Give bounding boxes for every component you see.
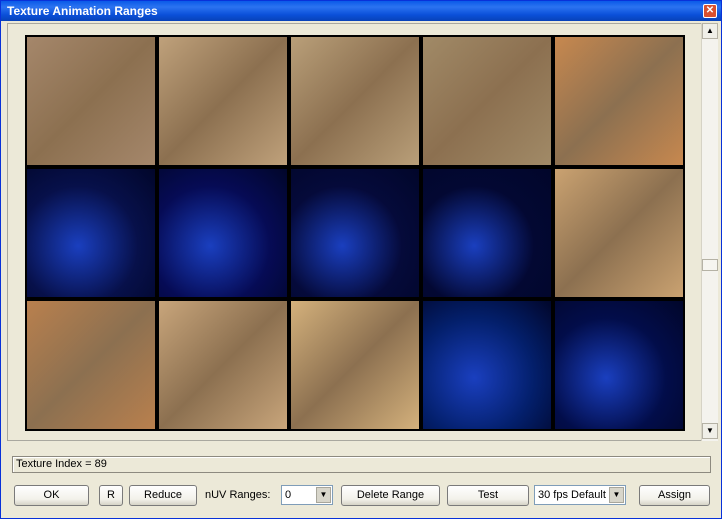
texture-tile-blue-circle-glyph[interactable]: [421, 299, 553, 431]
texture-tile-blue-runes-3[interactable]: [289, 167, 421, 299]
r-button[interactable]: R: [99, 485, 123, 506]
texture-grid: [25, 35, 685, 431]
texture-tile-blue-runes-1[interactable]: [25, 167, 157, 299]
texture-tile-blue-rune-arcs[interactable]: [553, 299, 685, 431]
chevron-down-icon[interactable]: ▼: [609, 487, 624, 503]
texture-tile-temple-frieze[interactable]: [553, 167, 685, 299]
texture-viewport: [7, 23, 703, 441]
texture-tile-stone-block-wall[interactable]: [421, 35, 553, 167]
chevron-down-icon[interactable]: ▼: [316, 487, 331, 503]
texture-tile-blue-runes-4[interactable]: [421, 167, 553, 299]
nuv-ranges-value: 0: [285, 489, 292, 501]
texture-tile-palace-wall[interactable]: [157, 299, 289, 431]
scroll-up-icon[interactable]: ▲: [702, 23, 718, 39]
ok-button[interactable]: OK: [14, 485, 89, 506]
assign-button[interactable]: Assign: [639, 485, 710, 506]
scroll-down-icon[interactable]: ▼: [702, 423, 718, 439]
reduce-button[interactable]: Reduce: [129, 485, 197, 506]
nuv-ranges-select[interactable]: 0 ▼: [281, 485, 333, 505]
window-title: Texture Animation Ranges: [7, 4, 158, 18]
fps-select[interactable]: 30 fps Default ▼: [534, 485, 626, 505]
close-icon[interactable]: ✕: [703, 4, 717, 18]
texture-tile-ruin-window-2[interactable]: [289, 35, 421, 167]
texture-tile-wood-panel[interactable]: [553, 35, 685, 167]
texture-tile-blue-runes-2[interactable]: [157, 167, 289, 299]
texture-tile-ruin-window[interactable]: [157, 35, 289, 167]
delete-range-button[interactable]: Delete Range: [341, 485, 440, 506]
texture-tile-stone-moss[interactable]: [25, 35, 157, 167]
texture-animation-window: Texture Animation Ranges ✕ ▲ ▼ Texture I…: [0, 0, 722, 519]
texture-tile-sandstone-bricks[interactable]: [289, 299, 421, 431]
fps-value: 30 fps Default: [538, 489, 606, 501]
vertical-scrollbar[interactable]: ▲ ▼: [701, 23, 718, 441]
scroll-thumb[interactable]: [702, 259, 718, 271]
texture-tile-bronze-medallion[interactable]: [25, 299, 157, 431]
title-bar[interactable]: Texture Animation Ranges ✕: [1, 1, 721, 21]
texture-index-status: Texture Index = 89: [12, 456, 711, 473]
nuv-ranges-label: nUV Ranges:: [205, 489, 271, 501]
test-button[interactable]: Test: [447, 485, 529, 506]
